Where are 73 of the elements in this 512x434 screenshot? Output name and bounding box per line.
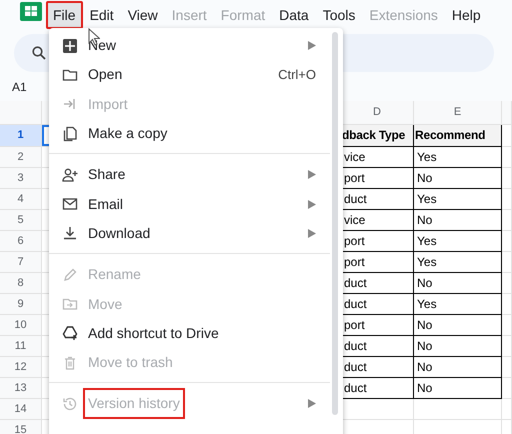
table-cell xyxy=(502,315,512,336)
add-person-icon xyxy=(62,166,78,183)
table-cell xyxy=(502,189,512,210)
row-header[interactable]: 10 xyxy=(0,315,42,336)
menu-tab[interactable]: File xyxy=(46,1,83,29)
menu-item[interactable]: Open Ctrl+O xyxy=(49,60,343,90)
row-header[interactable]: 13 xyxy=(0,378,42,399)
table-cell: No xyxy=(414,378,502,399)
table-cell: No xyxy=(414,168,502,189)
row-header[interactable]: 5 xyxy=(0,210,42,231)
table-cell: No xyxy=(414,357,502,378)
corner-cell[interactable] xyxy=(0,101,42,125)
table-cell: Yes xyxy=(414,231,502,252)
scrollbar[interactable] xyxy=(332,32,338,415)
table-cell: Yes xyxy=(414,147,502,168)
history-icon xyxy=(62,396,78,412)
row-header[interactable]: 12 xyxy=(0,357,42,378)
column-header[interactable]: E xyxy=(414,101,502,125)
table-cell xyxy=(502,168,512,189)
menu-item[interactable]: Add shortcut to Drive xyxy=(49,318,343,348)
download-icon xyxy=(62,225,78,242)
shortcut-label: Ctrl+O xyxy=(278,66,316,84)
column-header[interactable] xyxy=(502,101,512,125)
table-cell: No xyxy=(414,273,502,294)
column-header[interactable]: D xyxy=(341,101,414,125)
table-cell xyxy=(502,231,512,252)
mail-icon xyxy=(62,196,78,212)
menu-tab[interactable]: View xyxy=(120,1,165,29)
row-header[interactable]: 7 xyxy=(0,252,42,273)
trash-icon xyxy=(62,354,78,371)
name-box[interactable]: A1 xyxy=(12,78,27,96)
table-cell xyxy=(502,252,512,273)
table-cell xyxy=(502,378,512,399)
table-cell xyxy=(502,125,512,147)
row-header[interactable]: 14 xyxy=(0,399,42,420)
row-header[interactable]: 4 xyxy=(0,189,42,210)
row-header[interactable]: 15 xyxy=(0,420,42,434)
table-cell xyxy=(502,357,512,378)
menu-tab[interactable]: Help xyxy=(444,1,488,29)
menu-item[interactable]: Download xyxy=(49,218,343,248)
table-cell xyxy=(502,399,512,420)
drive-icon xyxy=(62,325,78,342)
table-cell xyxy=(502,294,512,315)
table-cell xyxy=(502,210,512,231)
row-header[interactable]: 2 xyxy=(0,147,42,168)
row-header[interactable]: 9 xyxy=(0,294,42,315)
menu-item[interactable]: Make a copy xyxy=(49,118,343,148)
row-header[interactable]: 1 xyxy=(0,125,42,147)
pencil-icon xyxy=(62,266,78,283)
row-header[interactable]: 8 xyxy=(0,273,42,294)
table-cell xyxy=(502,336,512,357)
menu-tab[interactable]: Edit xyxy=(82,1,121,29)
table-cell: No xyxy=(414,210,502,231)
table-cell: No xyxy=(414,315,502,336)
row-header[interactable]: 11 xyxy=(0,336,42,357)
search-icon[interactable] xyxy=(32,46,46,60)
table-cell: Yes xyxy=(414,189,502,210)
menu-tab[interactable]: Tools xyxy=(316,1,362,29)
table-cell: Yes xyxy=(414,294,502,315)
menu-tab[interactable]: Data xyxy=(272,1,316,29)
row-header[interactable]: 6 xyxy=(0,231,42,252)
new-sheet-icon xyxy=(62,38,78,54)
table-cell: Yes xyxy=(414,252,502,273)
menu-item[interactable]: Share xyxy=(49,160,343,190)
table-cell: No xyxy=(414,336,502,357)
menu-item[interactable]: Email xyxy=(49,189,343,219)
copy-icon xyxy=(62,126,78,142)
table-cell xyxy=(502,147,512,168)
row-header[interactable]: 3 xyxy=(0,168,42,189)
folder-icon xyxy=(62,296,78,312)
table-cell: dback Type xyxy=(341,125,414,147)
table-cell xyxy=(502,273,512,294)
table-cell: Recommend xyxy=(414,125,502,147)
